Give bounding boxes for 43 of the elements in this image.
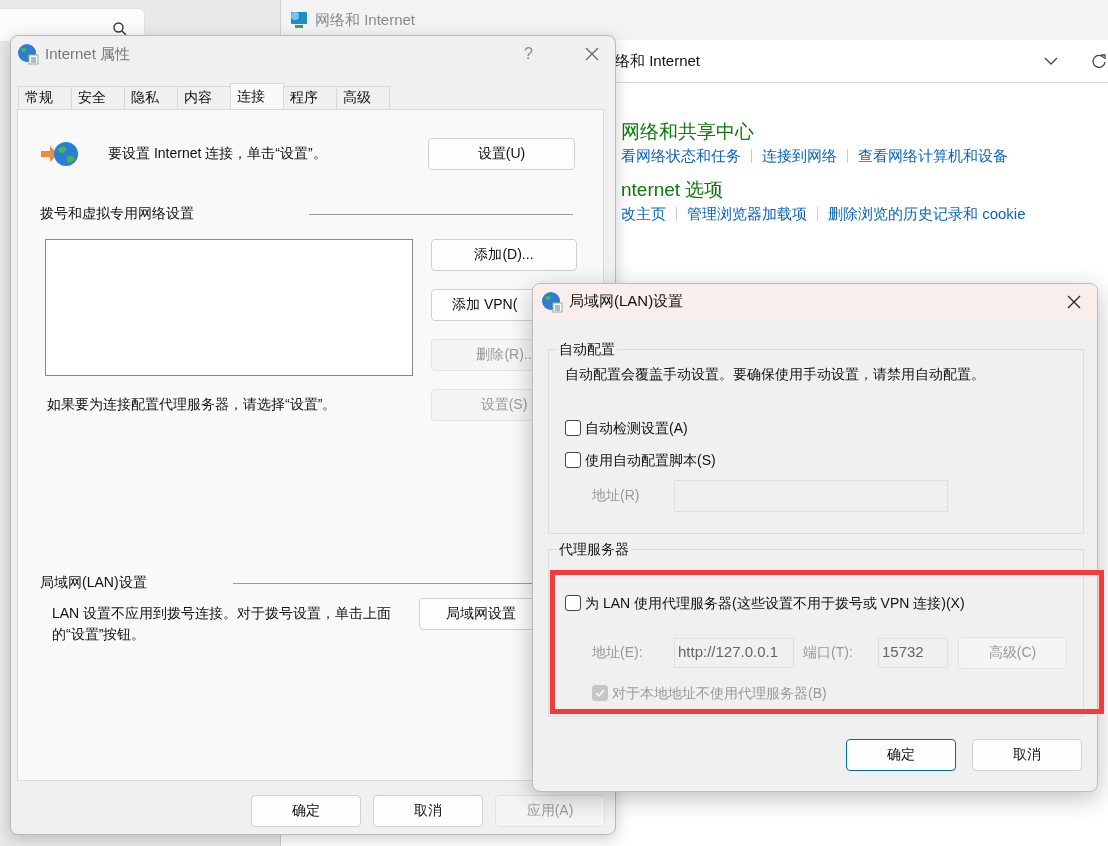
tab[interactable]: 连接 [230, 83, 284, 109]
dialog-button[interactable]: 取消 [373, 795, 483, 827]
task-link[interactable]: 改主页 [621, 203, 666, 225]
section-heading: 局域网(LAN)设置 [40, 574, 147, 592]
checkbox[interactable] [565, 452, 581, 468]
globe-icon [541, 290, 563, 313]
tab[interactable]: 常规 [18, 86, 72, 109]
tab[interactable]: 高级 [336, 86, 390, 109]
globe-icon [17, 43, 39, 65]
dialog-title: Internet 属性 [45, 44, 131, 64]
category-heading[interactable]: 网络和共享中心 [621, 119, 1108, 145]
section-heading: 拨号和虚拟专用网络设置 [40, 205, 194, 223]
group-heading: 自动配置 [557, 339, 617, 359]
dialog-button[interactable]: 确定 [846, 739, 956, 771]
task-link[interactable]: 查看网络计算机和设备 [858, 145, 1008, 167]
address-text: 络和 Internet [615, 51, 701, 71]
field-label: 地址(R) [592, 487, 641, 505]
group-heading: 代理服务器 [557, 539, 631, 559]
task-link[interactable]: 连接到网络 [762, 145, 837, 167]
refresh-icon[interactable] [1092, 53, 1106, 69]
dialup-button[interactable]: 添加(D)... [431, 239, 577, 271]
dialog-button[interactable]: 确定 [251, 795, 361, 827]
checkbox-label[interactable]: 使用自动配置脚本(S) [585, 450, 716, 470]
monitor-icon [289, 10, 309, 30]
task-link[interactable]: 看网络状态和任务 [621, 145, 741, 167]
field-label: 端口(T): [803, 644, 854, 662]
lan-description: LAN 设置不应用到拨号连接。对于拨号设置，单击上面的“设置”按钮。 [52, 604, 393, 644]
setup-button[interactable]: 设置(U) [428, 138, 575, 170]
dialog-button[interactable]: 取消 [972, 739, 1082, 771]
window-title: 网络和 Internet [315, 10, 416, 30]
checkbox[interactable] [565, 420, 581, 436]
tick-icon [594, 687, 606, 699]
setup-instruction: 要设置 Internet 连接，单击“设置”。 [108, 145, 327, 163]
field-label: 地址(E): [592, 644, 644, 662]
checkbox-label[interactable]: 自动检测设置(A) [585, 418, 688, 438]
task-link[interactable]: 管理浏览器加载项 [687, 203, 807, 225]
close-icon[interactable] [1067, 294, 1081, 309]
category-heading[interactable]: nternet 选项 [621, 177, 1108, 203]
proxy-hint: 如果要为连接配置代理服务器，请选择“设置”。 [47, 396, 338, 414]
globe-arrow-icon [40, 139, 80, 169]
search-icon [113, 22, 127, 36]
task-link[interactable]: 删除浏览的历史记录和 cookie [828, 203, 1026, 225]
chevron-down-icon[interactable] [1044, 56, 1058, 66]
